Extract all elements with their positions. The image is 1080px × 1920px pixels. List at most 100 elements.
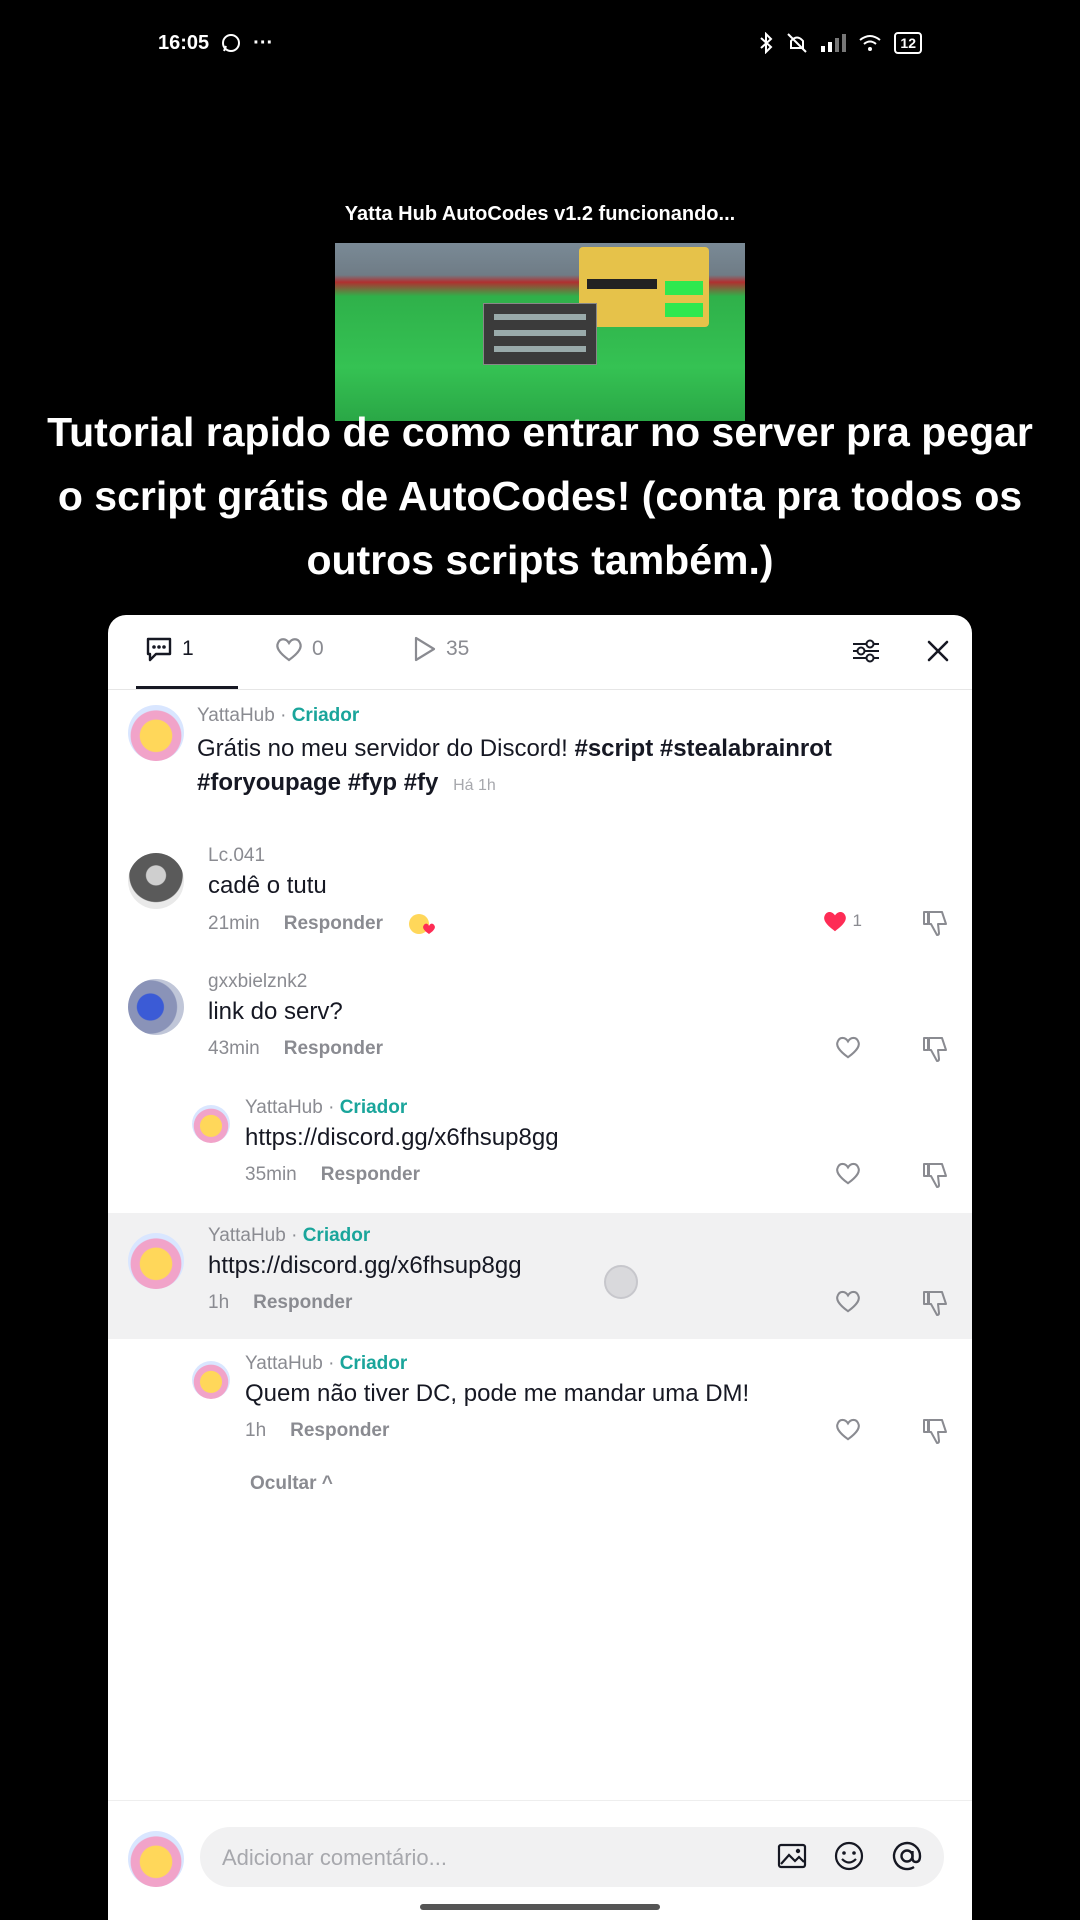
mute-icon bbox=[787, 33, 808, 53]
comment-text: Quem não tiver DC, pode me mandar uma DM… bbox=[245, 1380, 750, 1407]
reply-button[interactable]: Responder bbox=[290, 1420, 389, 1442]
comment-text[interactable]: https://discord.gg/x6fhsup8gg bbox=[208, 1252, 522, 1280]
creator-badge: Criador bbox=[339, 1097, 408, 1118]
like-count: 1 bbox=[852, 911, 862, 930]
comment-text: link do serv? bbox=[208, 998, 343, 1025]
comment-time: 21min bbox=[208, 913, 260, 934]
reply-button[interactable]: Responder bbox=[253, 1292, 352, 1314]
emoji-icon[interactable] bbox=[832, 1839, 866, 1873]
reply-item: YattaHub · Criador https://discord.gg/x6… bbox=[108, 1097, 972, 1197]
more-notifications-icon: ··· bbox=[253, 31, 274, 54]
close-icon[interactable] bbox=[922, 635, 954, 667]
video-preview[interactable] bbox=[335, 243, 745, 421]
video-caption: Tutorial rapido de como entrar no server… bbox=[47, 409, 1033, 583]
heart-icon[interactable] bbox=[834, 1288, 862, 1314]
creator-liked-icon bbox=[409, 914, 435, 934]
preview-script-panel bbox=[579, 247, 709, 327]
wifi-icon bbox=[859, 35, 882, 51]
whatsapp-icon bbox=[222, 34, 241, 52]
hashtags[interactable]: #script #stealabrainrot bbox=[574, 735, 831, 762]
comment-username[interactable]: YattaHub · Criador bbox=[245, 1097, 407, 1119]
my-avatar[interactable] bbox=[128, 1831, 184, 1887]
heart-icon[interactable] bbox=[834, 1160, 862, 1186]
status-time: 16:05 bbox=[158, 31, 210, 54]
comment-text: cadê o tutu bbox=[208, 872, 327, 899]
avatar[interactable] bbox=[192, 1361, 230, 1399]
like-button[interactable]: 1 bbox=[821, 908, 862, 934]
comment-meta: 1h Responder bbox=[245, 1420, 389, 1442]
comments-count: 1 bbox=[182, 637, 194, 660]
comment-meta: 35min Responder bbox=[245, 1164, 420, 1186]
home-indicator[interactable] bbox=[420, 1904, 660, 1910]
battery-indicator: 12 bbox=[894, 32, 922, 54]
dislike-icon[interactable] bbox=[920, 908, 950, 938]
creator-badge: Criador bbox=[291, 705, 360, 726]
dislike-icon[interactable] bbox=[920, 1416, 950, 1446]
comment-username[interactable]: YattaHub · Criador bbox=[245, 1353, 407, 1375]
active-tab-indicator bbox=[136, 686, 238, 689]
creator-badge: Criador bbox=[302, 1225, 371, 1246]
preview-panel-bar bbox=[587, 279, 657, 289]
avatar[interactable] bbox=[128, 1233, 184, 1289]
status-bar: 16:05 ··· 12 bbox=[158, 28, 922, 58]
avatar[interactable] bbox=[128, 853, 184, 909]
comment-text[interactable]: https://discord.gg/x6fhsup8gg bbox=[245, 1124, 559, 1152]
heart-icon[interactable] bbox=[834, 1416, 862, 1442]
reply-button[interactable]: Responder bbox=[284, 1038, 383, 1060]
comment-item: Lc.041 cadê o tutu 21min Responder 1 bbox=[108, 845, 972, 945]
comment-composer: Adicionar comentário... bbox=[108, 1800, 972, 1920]
comment-time: Há 1h bbox=[453, 777, 496, 794]
status-right: 12 bbox=[758, 32, 922, 54]
mention-icon[interactable] bbox=[890, 1839, 924, 1873]
likes-count: 0 bbox=[312, 637, 324, 660]
play-icon bbox=[414, 636, 436, 662]
signal-icon bbox=[821, 34, 847, 52]
status-left: 16:05 ··· bbox=[158, 32, 273, 55]
preview-popup bbox=[483, 303, 597, 365]
hide-replies-button[interactable]: Ocultar ^ bbox=[250, 1473, 333, 1495]
views-count: 35 bbox=[446, 637, 470, 660]
tab-views[interactable]: 35 bbox=[410, 635, 469, 663]
comment-meta: 1h Responder bbox=[208, 1292, 352, 1314]
bluetooth-icon bbox=[760, 32, 773, 54]
comment-icon bbox=[146, 637, 172, 662]
comment-username[interactable]: YattaHub · Criador bbox=[208, 1225, 370, 1247]
comment-username[interactable]: gxxbielznk2 bbox=[208, 971, 307, 993]
filter-icon[interactable] bbox=[850, 635, 882, 667]
reply-button[interactable]: Responder bbox=[284, 913, 383, 935]
comment-meta: 21min Responder bbox=[208, 912, 437, 936]
tab-comments[interactable]: 1 bbox=[144, 635, 194, 663]
avatar[interactable] bbox=[128, 705, 184, 761]
comment-time: 35min bbox=[245, 1164, 297, 1185]
tab-likes[interactable]: 0 bbox=[274, 635, 324, 663]
comment-username[interactable]: Lc.041 bbox=[208, 845, 265, 867]
heart-filled-icon bbox=[823, 911, 846, 932]
dislike-icon[interactable] bbox=[920, 1160, 950, 1190]
preview-panel-button bbox=[665, 281, 703, 295]
image-icon[interactable] bbox=[776, 1840, 808, 1872]
composer-icons bbox=[776, 1839, 924, 1873]
avatar[interactable] bbox=[128, 979, 184, 1035]
comment-input[interactable]: Adicionar comentário... bbox=[200, 1827, 944, 1887]
comment-item: gxxbielznk2 link do serv? 43min Responde… bbox=[108, 971, 972, 1071]
dislike-icon[interactable] bbox=[920, 1034, 950, 1064]
reply-button[interactable]: Responder bbox=[321, 1164, 420, 1186]
comment-username[interactable]: YattaHub · Criador bbox=[197, 705, 359, 727]
comment-time: 43min bbox=[208, 1038, 260, 1059]
creator-badge: Criador bbox=[339, 1353, 408, 1374]
heart-icon[interactable] bbox=[834, 1034, 862, 1060]
reply-item: YattaHub · Criador Quem não tiver DC, po… bbox=[108, 1353, 972, 1453]
hashtags[interactable]: #foryoupage #fyp #fy bbox=[197, 769, 438, 796]
sheet-header: 1 0 35 bbox=[108, 615, 972, 690]
comment-text: Grátis no meu servidor do Discord! #scri… bbox=[197, 735, 832, 762]
comment-sheet: 1 0 35 YattaHub · Criador Grátis no meu … bbox=[108, 615, 972, 1920]
avatar[interactable] bbox=[192, 1105, 230, 1143]
comment-item: YattaHub · Criador Grátis no meu servido… bbox=[108, 705, 972, 805]
comment-meta: 43min Responder bbox=[208, 1038, 383, 1060]
touch-indicator bbox=[604, 1265, 638, 1299]
comment-text-line2: #foryoupage #fyp #fy Há 1h bbox=[197, 769, 496, 797]
comment-time: 1h bbox=[208, 1292, 230, 1313]
video-title: Yatta Hub AutoCodes v1.2 funcionando... bbox=[344, 203, 736, 225]
dislike-icon[interactable] bbox=[920, 1288, 950, 1318]
comment-time: 1h bbox=[245, 1420, 267, 1441]
